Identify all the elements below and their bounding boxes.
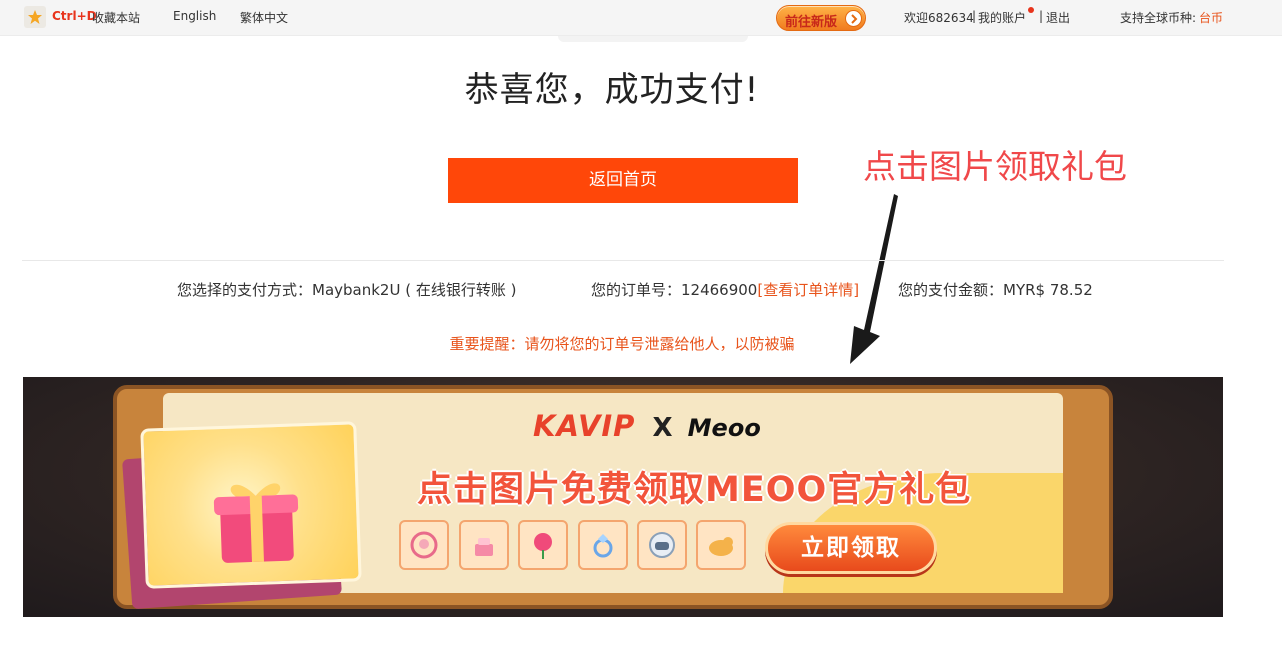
security-warning: 重要提醒：请勿将您的订单号泄露给他人，以防被骗 [449,335,795,353]
lang-english-link[interactable]: English [173,9,216,23]
page-title: 恭喜您，成功支付! [464,70,760,110]
logout-link[interactable]: 退出 [1046,9,1070,26]
back-home-button[interactable]: 返回首页 [448,158,798,203]
cake-icon [459,520,509,570]
meoo-logo: Meoo [687,414,761,442]
brand-separator: X [652,413,673,443]
ring-icon [578,520,628,570]
notification-dot [1028,7,1034,13]
order-number-label: 您的订单号：12466900 [591,281,758,299]
payment-amount: 您的支付金额：MYR$ 78.52 [898,281,1093,299]
bookmark-shortcut[interactable]: Ctrl+D [52,9,97,23]
helmet-icon [637,520,687,570]
brand-logos: KAVIP X Meoo [533,409,761,443]
annotation-text: 点击图片领取礼包 [863,147,1127,186]
banner-title: 点击图片免费领取MEOO官方礼包 [417,470,972,510]
divider [22,260,1224,261]
payment-method: 您选择的支付方式：Maybank2U ( 在线银行转账 ) [177,281,517,299]
tiger-icon [696,520,746,570]
claim-now-button[interactable]: 立即领取 [765,522,937,574]
separator: | [972,9,977,23]
gift-box-icon [213,483,299,563]
chevron-right-icon [845,10,862,27]
order-details-link[interactable]: [查看订单详情] [757,281,859,299]
order-number: 您的订单号：12466900[查看订单详情] [591,279,859,300]
gift-card [140,421,362,589]
new-version-label: 前往新版 [785,15,838,30]
tab-nub [558,36,748,42]
separator: | [1039,9,1044,23]
promo-banner[interactable]: KAVIP X Meoo 点击图片免费领取MEOO官方礼包 立即领取 [23,377,1223,617]
lang-traditional-link[interactable]: 繁体中文 [240,9,288,26]
user-welcome: 欢迎682634 [904,11,974,25]
avatar-frame-icon [399,520,449,570]
currency-selector[interactable]: 台币 [1199,9,1223,26]
bookmark-link[interactable]: 收藏本站 [92,9,140,26]
my-account-link[interactable]: 我的账户 [978,9,1026,26]
bookmark-star-icon[interactable] [24,6,46,28]
new-version-button[interactable]: 前往新版 [776,5,866,31]
currency-label: 支持全球币种: [1120,11,1197,25]
rose-icon [518,520,568,570]
top-bar: Ctrl+D 收藏本站 English 繁体中文 前往新版 欢迎682634 |… [0,0,1282,36]
kavip-logo: KAVIP [533,409,636,443]
